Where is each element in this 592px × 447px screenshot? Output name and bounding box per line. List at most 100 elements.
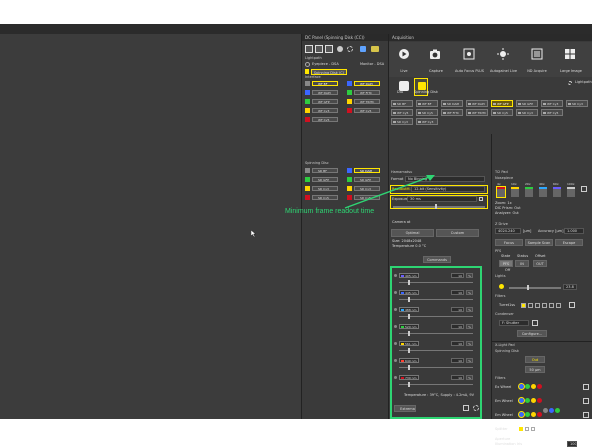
spinning-left-item[interactable]: SD Cy5 [312, 195, 338, 200]
optical-config-tile[interactable]: WF TRITC [466, 109, 488, 116]
laser-power-input[interactable]: 10 [451, 273, 464, 278]
optical-config-tile[interactable]: WF FITC [441, 109, 463, 116]
laser-enable-toggle[interactable] [394, 325, 397, 328]
turret-slot[interactable] [521, 303, 526, 308]
settings-icon[interactable] [347, 46, 353, 52]
laser-power-knob[interactable] [407, 382, 410, 387]
live-icon[interactable] [398, 48, 410, 59]
laser-enable-toggle[interactable] [394, 376, 397, 379]
optical-config-tile[interactable]: SD GFP [516, 100, 538, 107]
laser-unit-select[interactable]: % [466, 375, 473, 380]
autogain-icon[interactable] [497, 48, 509, 60]
laser-power-slider[interactable] [399, 299, 473, 300]
pfs-in-button[interactable]: IN [515, 260, 529, 267]
filter-position[interactable] [537, 384, 542, 389]
optimal-button[interactable]: Optimal [391, 229, 434, 237]
layout-grid-icon[interactable] [305, 45, 313, 53]
laser-unit-select[interactable]: % [466, 307, 473, 312]
laser-power-slider[interactable] [399, 350, 473, 351]
laser-power-input[interactable]: 10 [451, 358, 464, 363]
optical-config-tile[interactable]: SD Cy5 [416, 109, 438, 116]
spin-disk-50um-button[interactable]: 50 µm [525, 366, 545, 373]
filter-wheel-edit-icon[interactable] [583, 412, 589, 418]
optical-config-tile[interactable]: WF BF [416, 100, 438, 107]
optical-config-tile[interactable]: SD Cy5 [491, 109, 513, 116]
sample-scan-button[interactable]: Sample Scan [525, 239, 553, 246]
lights-slider-knob[interactable] [527, 285, 529, 290]
custom-button[interactable]: Custom [436, 229, 479, 237]
objective-button[interactable] [511, 187, 519, 197]
filter-position[interactable] [525, 384, 530, 389]
laser-unit-select[interactable]: % [466, 290, 473, 295]
widefield-left-item[interactable]: WF Cy3 [312, 108, 338, 113]
splitter-slot-1[interactable] [519, 427, 523, 431]
spinning-left-item[interactable]: SD GFP [312, 177, 338, 182]
widefield-right-item[interactable]: WF FITC [354, 90, 380, 95]
laser-power-input[interactable]: 10 [451, 375, 464, 380]
filter-position[interactable] [518, 383, 525, 390]
filter-position[interactable] [525, 412, 530, 417]
laser-power-slider[interactable] [399, 367, 473, 368]
optical-config-tile[interactable]: WF Cy3 [416, 118, 438, 125]
widefield-left-item[interactable]: WF GFP [312, 99, 338, 104]
laser-power-slider[interactable] [399, 316, 473, 317]
gear-icon[interactable] [473, 405, 479, 411]
filter-position[interactable] [549, 408, 554, 413]
layout-columns-icon[interactable] [325, 45, 333, 53]
turret-slot[interactable] [535, 303, 540, 308]
laser-enable-toggle[interactable] [394, 291, 397, 294]
monitor-option[interactable]: Monitor - DSA [360, 61, 384, 67]
escape-button[interactable]: Escape [555, 239, 583, 246]
lightpath-icon[interactable] [371, 46, 379, 52]
commands-dropdown[interactable]: Commands [423, 256, 451, 263]
laser-power-input[interactable]: 10 [451, 324, 464, 329]
filter-position[interactable] [531, 384, 536, 389]
filter-position[interactable] [543, 408, 548, 413]
turret-edit-icon[interactable] [569, 302, 575, 308]
widefield-right-item[interactable]: WF DAPI [354, 81, 380, 86]
filter-wheel-edit-icon[interactable] [583, 384, 589, 390]
laser-enable-toggle[interactable] [394, 274, 397, 277]
lightpath-settings-icon[interactable] [568, 81, 572, 85]
spinning-left-item[interactable]: SD BF [312, 168, 338, 173]
laser-power-slider[interactable] [399, 333, 473, 334]
laser-unit-select[interactable]: % [466, 341, 473, 346]
filter-position[interactable] [531, 398, 536, 403]
objective-button[interactable] [496, 186, 506, 198]
splitter-slot-3[interactable] [531, 427, 535, 431]
optical-config-tile[interactable]: SD DAPI [441, 100, 463, 107]
filter-position[interactable] [531, 412, 536, 417]
laser-power-slider[interactable] [399, 384, 473, 385]
optical-config-tile[interactable]: WF Cy3 [541, 100, 563, 107]
z-position-input[interactable]: 4024.240 [495, 228, 521, 234]
objective-button[interactable] [525, 187, 533, 197]
laser-enable-toggle[interactable] [394, 359, 397, 362]
widefield-left-item[interactable]: WF DAPI [312, 90, 338, 95]
filter-position[interactable] [555, 408, 560, 413]
lamp-icon[interactable] [499, 284, 504, 289]
optical-config-tile[interactable]: WF Cy5 [391, 109, 413, 116]
laser-power-knob[interactable] [407, 348, 410, 353]
exposure-expand-icon[interactable] [479, 197, 483, 201]
optical-config-tile[interactable]: SD Cy3 [391, 118, 413, 125]
filter-position[interactable] [525, 398, 530, 403]
laser-unit-select[interactable]: % [466, 358, 473, 363]
filter-position[interactable] [537, 398, 542, 403]
turret-slot[interactable] [556, 303, 561, 308]
optical-config-tile[interactable]: WF Cy5 [541, 109, 563, 116]
laser-enable-toggle[interactable] [394, 342, 397, 345]
optical-config-tile[interactable]: WF DAPI [466, 100, 488, 107]
condenser-select[interactable]: F: Shutter [499, 320, 529, 326]
filter-position[interactable] [537, 412, 542, 417]
autofocus-icon[interactable] [463, 48, 475, 60]
capture-icon[interactable] [429, 48, 441, 59]
laser-power-knob[interactable] [407, 314, 410, 319]
edit-icon[interactable] [463, 405, 469, 411]
spinning-left-item[interactable]: SD Cy3 [312, 186, 338, 191]
extrema-button[interactable]: Extrema [394, 405, 416, 412]
optical-config-tile[interactable]: SD Cy3 [516, 109, 538, 116]
user-icon[interactable] [337, 46, 343, 52]
laser-power-input[interactable]: 10 [451, 290, 464, 295]
objective-button[interactable] [539, 187, 547, 197]
nosepiece-edit-icon[interactable] [581, 186, 587, 192]
